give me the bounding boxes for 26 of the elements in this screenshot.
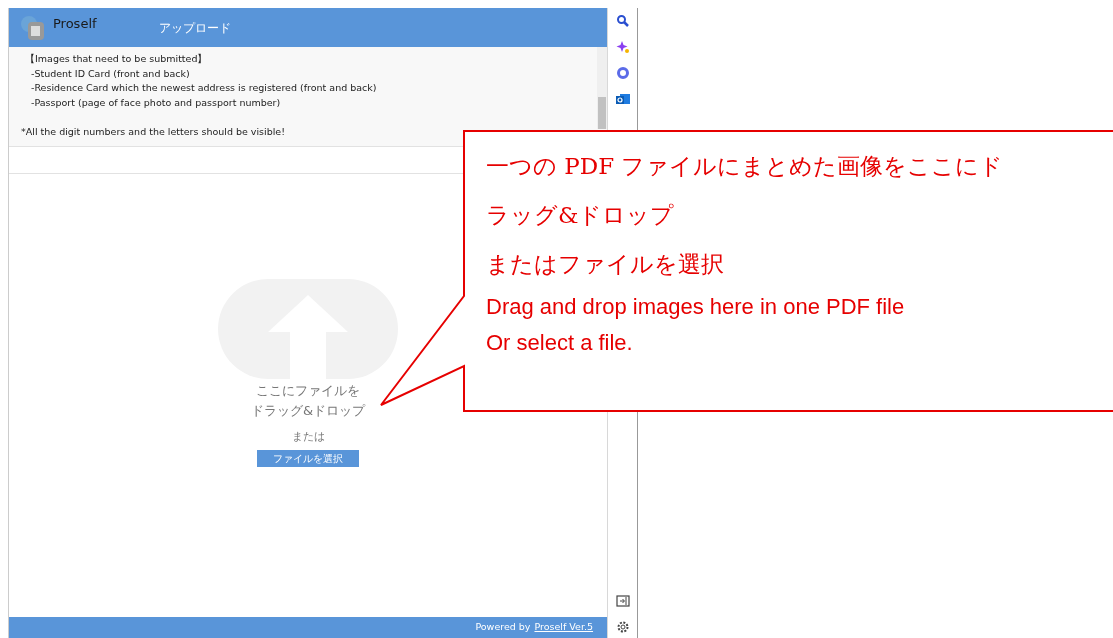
footer-text: Powered by bbox=[475, 620, 531, 635]
instruction-item: -Student ID Card (front and back) bbox=[30, 66, 191, 81]
callout-text: ラッグ&ドロップ bbox=[486, 201, 676, 230]
footer-link[interactable]: Proself Ver.5 bbox=[534, 620, 594, 635]
instruction-item: -Passport (page of face photo and passport number) bbox=[30, 95, 282, 110]
sparkle-icon[interactable] bbox=[615, 40, 630, 54]
drop-hint: ここにファイルを bbox=[255, 382, 361, 400]
logo-icon bbox=[19, 13, 47, 42]
page-title: アップロード bbox=[158, 19, 231, 37]
select-file-button[interactable]: ファイルを選択 bbox=[257, 449, 359, 467]
scrollbar[interactable] bbox=[597, 47, 608, 129]
callout-text: Or select a file. bbox=[486, 329, 634, 357]
settings-icon[interactable] bbox=[615, 620, 630, 634]
callout-text: またはファイルを選択 bbox=[486, 250, 725, 279]
app-name: Proself bbox=[53, 14, 97, 33]
instruction-item: -Residence Card which the newest address is registered (front and back) bbox=[30, 81, 378, 95]
or-text: または bbox=[291, 429, 325, 444]
instruction-note: *All the digit numbers and the letters should be visible! bbox=[21, 124, 286, 139]
search-icon[interactable] bbox=[615, 14, 630, 28]
mail-icon[interactable] bbox=[615, 92, 630, 106]
instruction-heading: 【Images that need to be submitted】 bbox=[25, 52, 209, 66]
panel-toggle-icon[interactable] bbox=[615, 594, 630, 608]
ring-icon[interactable] bbox=[615, 66, 630, 80]
callout-text: 一つの PDF ファイルにまとめた画像をここにド bbox=[486, 152, 1004, 181]
callout-text: Drag and drop images here in one PDF file bbox=[486, 293, 906, 321]
drop-hint: ドラッグ&ドロップ bbox=[250, 402, 366, 420]
